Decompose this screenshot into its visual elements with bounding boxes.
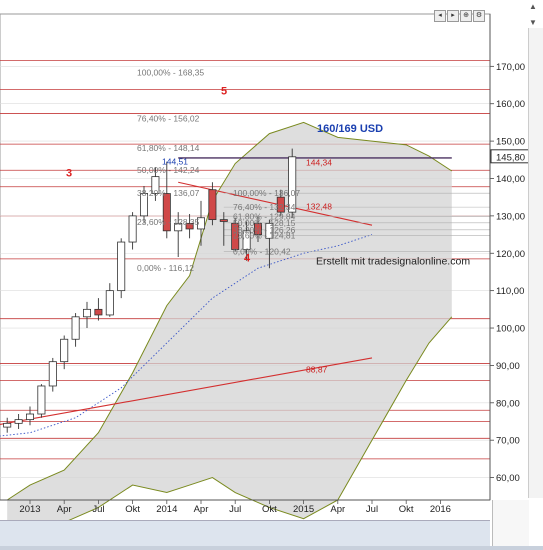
candle-body <box>48 361 57 387</box>
x-tick-label: 2015 <box>293 504 314 515</box>
fib-label-lower: 23,60% - 124,81 <box>233 230 296 240</box>
candle-body <box>25 413 34 421</box>
candle-body <box>3 422 12 428</box>
candle-body <box>208 189 217 221</box>
candle-body <box>117 241 126 292</box>
vertical-scrollbar[interactable] <box>528 28 543 498</box>
candle-body <box>37 385 46 415</box>
x-tick-label: 2013 <box>19 504 40 515</box>
y-tick-label: 140,00 <box>496 174 525 185</box>
x-tick-label: Apr <box>330 504 345 515</box>
candle-body <box>83 308 92 318</box>
fib-label-upper: 23,60% - 128,35 <box>137 217 200 227</box>
watermark-label: Erstellt mit tradesignalonline.com <box>316 255 470 267</box>
time-navigator[interactable] <box>0 520 490 547</box>
left-arrow-icon[interactable]: ◂ <box>434 10 446 22</box>
price-label: 88,87 <box>306 365 328 375</box>
candle-body <box>105 290 114 316</box>
current-price-label: 145,80 <box>496 152 525 163</box>
fib-label-lower: 0,00% - 120,42 <box>233 247 291 257</box>
candle-body <box>94 308 103 316</box>
fib-label-upper: 0,00% - 116,12 <box>137 263 194 273</box>
price-label: 144,51 <box>162 157 188 167</box>
price-label: 144,34 <box>306 157 332 167</box>
candle-body <box>128 215 137 243</box>
x-tick-label: 2014 <box>156 504 177 515</box>
wave-label: 4 <box>244 252 251 264</box>
zoom-icon[interactable]: ⊕ <box>460 10 472 22</box>
y-tick-label: 100,00 <box>496 324 525 335</box>
x-tick-label: Okt <box>262 504 277 515</box>
candle-body <box>71 316 80 340</box>
x-tick-label: Jul <box>366 504 378 515</box>
scroll-down-icon[interactable]: ▼ <box>527 18 539 28</box>
fib-label-upper: 76,40% - 156,02 <box>137 114 200 124</box>
y-tick-label: 120,00 <box>496 249 525 260</box>
y-tick-label: 160,00 <box>496 99 525 110</box>
wave-label: 3 <box>66 168 72 180</box>
x-tick-label: Jul <box>229 504 241 515</box>
price-chart[interactable]: 170,00 160,00 150,00 140,00 130,00 120,00 110,… <box>0 0 543 550</box>
fib-label-lower: 100,00% - 136,07 <box>233 188 300 198</box>
candle-body <box>219 219 228 222</box>
y-tick-label: 150,00 <box>496 137 525 148</box>
y-tick-label: 90,00 <box>496 361 520 372</box>
candle-body <box>14 419 23 424</box>
scroll-up-icon[interactable]: ▲ <box>527 2 539 12</box>
candle-body <box>60 338 69 363</box>
x-tick-label: Apr <box>194 504 209 515</box>
fib-label-upper: 100,00% - 168,35 <box>137 68 204 78</box>
settings-icon[interactable]: ⚙ <box>473 10 485 22</box>
y-tick-label: 170,00 <box>496 62 525 73</box>
y-tick-label: 70,00 <box>496 436 520 447</box>
right-arrow-icon[interactable]: ▸ <box>447 10 459 22</box>
target-label: 160/169 USD <box>317 123 383 135</box>
fib-label-upper: 38,20% - 136,07 <box>137 188 200 198</box>
x-tick-label: Okt <box>125 504 140 515</box>
price-label: 132,48 <box>306 202 332 212</box>
x-tick-label: 2016 <box>430 504 451 515</box>
x-tick-label: Okt <box>399 504 414 515</box>
y-tick-label: 80,00 <box>496 398 520 409</box>
navigator-footer <box>0 546 543 550</box>
navigator-corner <box>492 500 529 546</box>
wave-label: 5 <box>221 85 227 97</box>
x-tick-label: Apr <box>57 504 72 515</box>
y-tick-label: 130,00 <box>496 211 525 222</box>
chart-toolbar: ◂ ▸ ⊕ ⚙ <box>434 10 485 22</box>
x-tick-label: Jul <box>92 504 104 515</box>
chart-window: 170,00 160,00 150,00 140,00 130,00 120,00 110,… <box>0 0 543 550</box>
y-tick-label: 110,00 <box>496 286 524 297</box>
fib-label-upper: 61,80% - 148,14 <box>137 143 200 153</box>
y-tick-label: 60,00 <box>496 473 520 484</box>
